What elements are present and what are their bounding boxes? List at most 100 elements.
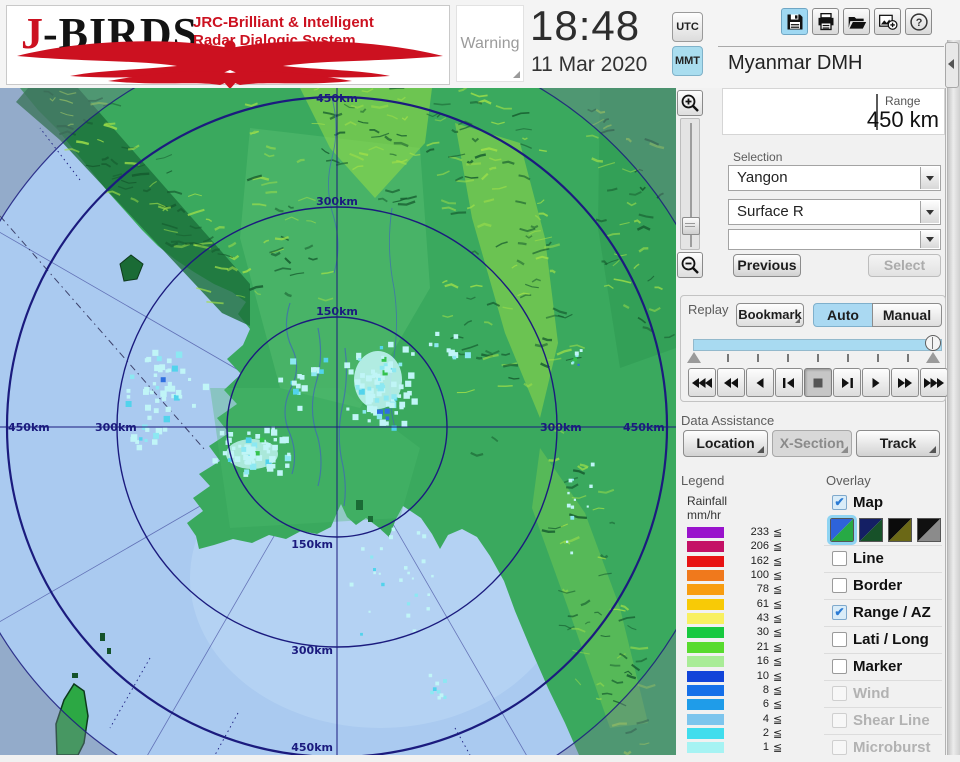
legend-color-swatch	[687, 584, 724, 596]
svg-text:150km: 150km	[316, 305, 358, 318]
selection-label: Selection	[733, 150, 783, 164]
timeline-tick	[727, 354, 729, 362]
toolbar: ?	[781, 8, 932, 36]
map-style-swatch-4[interactable]	[917, 518, 941, 542]
stop-button[interactable]	[804, 368, 832, 397]
fast-forward-button[interactable]	[891, 368, 919, 397]
track-button[interactable]: Track	[856, 430, 940, 457]
legend-value: 6	[762, 698, 769, 711]
legend-lte-symbol: ≦	[773, 698, 783, 712]
overlay-checkbox-map[interactable]: ✔	[832, 495, 847, 510]
forward-all-button[interactable]	[920, 368, 948, 397]
forward-all-icon	[924, 377, 944, 388]
svg-text:300km: 300km	[291, 644, 333, 657]
open-folder-button[interactable]	[843, 8, 870, 35]
panel-splitter[interactable]	[947, 40, 960, 755]
replay-label: Replay	[688, 302, 729, 317]
legend-value: 4	[762, 712, 769, 725]
play-backward-button[interactable]	[746, 368, 774, 397]
overlay-checkbox-lati-long[interactable]	[832, 632, 847, 647]
add-image-button[interactable]	[874, 8, 901, 35]
legend-lte-symbol: ≦	[773, 612, 783, 626]
overlay-checkbox-border[interactable]	[832, 578, 847, 593]
overlay-row-line[interactable]: Line	[824, 545, 942, 573]
map-style-swatch-1[interactable]	[827, 515, 857, 545]
rewind-all-button[interactable]	[688, 368, 716, 397]
legend-color-swatch	[687, 555, 724, 567]
option-select-dropdown-button[interactable]	[920, 231, 939, 248]
legend-value: 43	[756, 612, 769, 625]
warning-button[interactable]: Warning	[456, 5, 524, 82]
map-style-swatch-2[interactable]	[859, 518, 883, 542]
svg-text:300km: 300km	[316, 195, 358, 208]
step-backward-button[interactable]	[775, 368, 803, 397]
chevron-down-icon	[926, 209, 934, 215]
overlay-row-map[interactable]: ✔ Map	[824, 490, 942, 517]
overlay-checkbox-shear-line	[832, 713, 847, 728]
svg-text:450km: 450km	[316, 92, 358, 105]
chevron-down-icon	[926, 175, 934, 181]
overlay-item-label: Marker	[853, 658, 903, 675]
play-forward-button[interactable]	[862, 368, 890, 397]
collapse-left-icon	[948, 59, 954, 69]
site-select[interactable]: Yangon	[728, 165, 941, 191]
x-section-button: X-Section	[772, 430, 852, 457]
map-zoom-in-button[interactable]	[677, 90, 703, 116]
map-zoom-slider[interactable]	[680, 118, 700, 250]
overlay-checkbox-marker[interactable]	[832, 659, 847, 674]
legend-value: 8	[762, 683, 769, 696]
rewind-button[interactable]	[717, 368, 745, 397]
location-button[interactable]: Location	[683, 430, 768, 457]
help-button[interactable]: ?	[905, 8, 932, 35]
legend-value: 78	[756, 583, 769, 596]
option-select[interactable]	[728, 229, 941, 250]
step-forward-button[interactable]	[833, 368, 861, 397]
step-backward-icon	[783, 377, 794, 388]
add-image-icon	[878, 14, 898, 30]
overlay-label: Overlay	[826, 473, 871, 488]
timeline-tick	[757, 354, 759, 362]
product-select-dropdown-button[interactable]	[920, 201, 939, 223]
play-forward-icon	[872, 377, 880, 388]
panel-collapse-button[interactable]	[945, 42, 959, 88]
map-zoom-slider-handle[interactable]	[682, 217, 700, 235]
site-select-dropdown-button[interactable]	[920, 167, 939, 189]
overlay-checkbox-microburst	[832, 740, 847, 755]
radar-map-canvas[interactable]: 450km 300km 150km 150km 300km 450km 450k…	[0, 88, 676, 755]
map-zoom-out-button[interactable]	[677, 252, 703, 278]
overlay-item-label: Map	[853, 494, 883, 511]
bookmark-button[interactable]: Bookmark	[736, 303, 804, 327]
overlay-checkbox-range-az[interactable]: ✔	[832, 605, 847, 620]
print-button[interactable]	[812, 8, 839, 35]
overlay-row-range-az[interactable]: ✔ Range / AZ	[824, 599, 942, 627]
legend-value: 100	[750, 569, 769, 582]
replay-auto-button[interactable]: Auto	[813, 303, 873, 327]
stop-icon	[813, 378, 823, 387]
range-value: 450 km	[866, 107, 939, 132]
utc-button[interactable]: UTC	[672, 12, 703, 42]
overlay-row-lati-long[interactable]: Lati / Long	[824, 626, 942, 654]
mmt-button[interactable]: MMT	[672, 46, 703, 76]
rewind-all-icon	[692, 377, 712, 388]
play-backward-icon	[756, 377, 764, 388]
data-assistance-label: Data Assistance	[681, 413, 775, 428]
product-select[interactable]: Surface R	[728, 199, 941, 225]
replay-manual-button[interactable]: Manual	[872, 303, 942, 327]
replay-slider-handle[interactable]	[925, 335, 941, 351]
map-style-swatch-3[interactable]	[888, 518, 912, 542]
legend-lte-symbol: ≦	[773, 655, 783, 669]
svg-text:?: ?	[915, 16, 922, 28]
legend-value: 61	[756, 597, 769, 610]
legend-color-swatch	[687, 742, 724, 754]
overlay-row-border[interactable]: Border	[824, 572, 942, 600]
overlay-row-marker[interactable]: Marker	[824, 653, 942, 681]
save-button[interactable]	[781, 8, 808, 35]
overlay-row-wind: Wind	[824, 680, 942, 708]
radar-map[interactable]: 450km 300km 150km 150km 300km 450km 450k…	[0, 88, 676, 755]
previous-button[interactable]: Previous	[733, 254, 801, 277]
timeline-tick	[817, 354, 819, 362]
legend-lte-symbol: ≦	[773, 554, 783, 568]
overlay-checkbox-line[interactable]	[832, 551, 847, 566]
replay-timeline-slider[interactable]	[693, 339, 942, 351]
legend-lte-symbol: ≦	[773, 583, 783, 597]
